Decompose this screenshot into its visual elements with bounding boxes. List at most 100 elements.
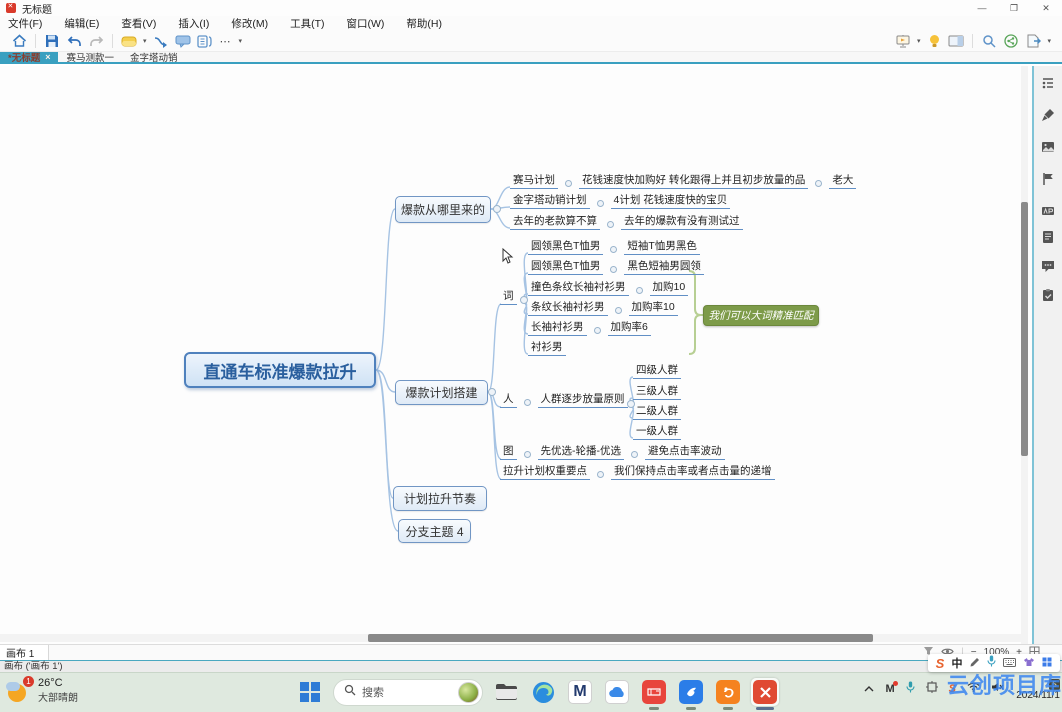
taskbar-search[interactable]: 搜索 <box>333 678 483 706</box>
collapse-dot-icon[interactable] <box>614 307 622 314</box>
node-label[interactable]: 圆领黑色T恤男 <box>528 258 604 275</box>
collapse-dot-icon[interactable] <box>607 221 614 228</box>
tab-jinzita[interactable]: 金字塔动销 <box>122 52 186 64</box>
collapse-dot-icon[interactable] <box>597 471 604 478</box>
tray-mic-icon[interactable] <box>906 681 915 696</box>
summary-icon[interactable] <box>194 32 216 50</box>
ime-keyboard-icon[interactable] <box>1003 654 1017 672</box>
node-label[interactable]: 去年的老款算不算 <box>510 213 600 230</box>
tab-untitled[interactable]: *无标题 × <box>0 52 59 64</box>
node-label[interactable]: 二级人群 <box>633 403 681 420</box>
taskbar-cloud-icon[interactable] <box>603 678 631 706</box>
export-caret-icon[interactable]: ▾ <box>1047 37 1051 45</box>
node-label[interactable]: 4计划 花钱速度快的宝贝 <box>610 192 731 209</box>
word-row-5[interactable]: 长袖衬衫男 加购率6 <box>528 319 651 336</box>
node-label[interactable]: 避免点击率波动 <box>645 443 725 460</box>
collapse-dot-icon[interactable] <box>565 180 572 187</box>
collapse-dot-icon[interactable] <box>631 451 638 458</box>
slideshow-icon[interactable] <box>892 32 914 50</box>
people-row[interactable]: 人 人群逐步放量原则 <box>500 391 628 408</box>
menu-tools[interactable]: 工具(T) <box>290 16 324 31</box>
note-icon[interactable] <box>1041 230 1055 244</box>
undo-icon[interactable] <box>63 32 85 50</box>
collapse-dot-icon[interactable] <box>635 287 643 294</box>
taskbar-active-app-icon[interactable] <box>751 678 779 710</box>
branch-source[interactable]: 爆款从哪里来的 <box>395 196 491 223</box>
minimize-button[interactable]: — <box>966 0 998 16</box>
taskbar-explorer-icon[interactable] <box>492 678 520 706</box>
tray-snip-icon[interactable] <box>925 681 938 696</box>
people-level-2[interactable]: 二级人群 <box>633 403 681 420</box>
tray-chevron-icon[interactable] <box>864 683 874 695</box>
taskbar-taobao-icon[interactable] <box>714 678 742 710</box>
node-label[interactable]: 短袖T恤男黑色 <box>624 238 700 255</box>
search-highlight-avatar[interactable] <box>458 681 479 703</box>
node-label[interactable]: 衬衫男 <box>528 339 566 356</box>
source-row-2[interactable]: 金字塔动销计划 4计划 花钱速度快的宝贝 <box>510 192 731 209</box>
node-label[interactable]: 四级人群 <box>633 362 681 379</box>
vertical-scrollbar[interactable] <box>1021 66 1028 644</box>
slideshow-caret-icon[interactable]: ▾ <box>917 37 921 45</box>
ime-toolbox-icon[interactable] <box>1042 654 1052 672</box>
node-label[interactable]: 赛马计划 <box>510 172 558 189</box>
sogou-logo-icon[interactable]: S <box>936 656 945 671</box>
panel-icon[interactable] <box>945 32 967 50</box>
node-label[interactable]: 花钱速度快加购好 转化跟得上并且初步放量的品 <box>579 172 809 189</box>
tray-sogou-icon[interactable]: S <box>949 683 956 695</box>
node-label[interactable]: 先优选-轮播-优选 <box>537 443 624 460</box>
collapse-dot-icon[interactable] <box>610 266 618 273</box>
taskbar-edge-icon[interactable] <box>529 678 557 706</box>
branch-topic4[interactable]: 分支主题 4 <box>398 519 471 543</box>
central-topic[interactable]: 直通车标准爆款拉升 <box>184 352 376 388</box>
mindmap-canvas[interactable]: 直通车标准爆款拉升 爆款从哪里来的 爆款计划搭建 计划拉升节奏 分支主题 4 赛… <box>0 66 1033 644</box>
people-level-3[interactable]: 三级人群 <box>633 383 681 400</box>
collapse-dot-icon[interactable] <box>610 246 618 253</box>
ime-lang-toggle[interactable]: 中 <box>951 655 962 671</box>
menu-insert[interactable]: 插入(I) <box>178 16 209 31</box>
word-row-6[interactable]: 衬衫男 <box>528 339 566 356</box>
node-label[interactable]: 加购率10 <box>628 299 678 316</box>
more-caret-icon[interactable]: ▾ <box>239 37 243 45</box>
insert-topic-icon[interactable] <box>118 32 140 50</box>
ime-bar[interactable]: S 中 <box>928 654 1060 672</box>
node-label[interactable]: 图 <box>500 443 517 460</box>
taskbar-qianniu-icon[interactable] <box>677 678 705 710</box>
word-row-3[interactable]: 撞色条纹长袖衬衫男 加购10 <box>528 279 689 296</box>
node-label[interactable]: 三级人群 <box>633 383 681 400</box>
close-button[interactable]: ✕ <box>1030 0 1062 16</box>
topic-caret-icon[interactable]: ▾ <box>143 37 147 45</box>
collapse-dot-icon[interactable] <box>593 327 601 334</box>
start-button[interactable] <box>296 678 324 706</box>
word-label-node[interactable]: 词 <box>500 288 517 305</box>
menu-edit[interactable]: 编辑(E) <box>64 16 99 31</box>
export-icon[interactable] <box>1022 32 1044 50</box>
people-level-1[interactable]: 一级人群 <box>633 423 681 440</box>
format-brush-icon[interactable] <box>1041 108 1055 122</box>
node-label[interactable]: 老大 <box>829 172 857 189</box>
comment-icon[interactable] <box>1041 259 1055 273</box>
search-icon[interactable] <box>978 32 1000 50</box>
taskbar-mindmaster-icon[interactable]: M <box>566 678 594 706</box>
branch-rhythm[interactable]: 计划拉升节奏 <box>393 486 487 511</box>
collapse-dot-icon[interactable] <box>815 180 823 187</box>
tag-icon[interactable] <box>1041 204 1055 218</box>
word-row-1[interactable]: 圆领黑色T恤男 短袖T恤男黑色 <box>528 238 700 255</box>
node-label[interactable]: 撞色条纹长袖衬衫男 <box>528 279 629 296</box>
branch-plan[interactable]: 爆款计划搭建 <box>395 380 488 405</box>
menu-modify[interactable]: 修改(M) <box>231 16 268 31</box>
collapse-dot-icon[interactable] <box>523 399 531 406</box>
weather-widget[interactable]: 1 26°C 大部晴朗 <box>6 675 78 704</box>
source-row-1[interactable]: 赛马计划 花钱速度快加购好 转化跟得上并且初步放量的品 老大 <box>510 172 857 189</box>
people-level-4[interactable]: 四级人群 <box>633 362 681 379</box>
node-label[interactable]: 词 <box>500 288 517 305</box>
ime-mic-icon[interactable] <box>987 654 996 672</box>
source-row-3[interactable]: 去年的老款算不算 去年的爆款有没有测试过 <box>510 213 743 230</box>
node-label[interactable]: 条纹长袖衬衫男 <box>528 299 608 316</box>
share-icon[interactable] <box>1000 32 1022 50</box>
outline-icon[interactable] <box>1041 76 1055 90</box>
callout-icon[interactable] <box>172 32 194 50</box>
node-label[interactable]: 金字塔动销计划 <box>510 192 590 209</box>
relationship-icon[interactable] <box>150 32 172 50</box>
vertical-scrollbar-thumb[interactable] <box>1021 202 1028 456</box>
callout-note[interactable]: 我们可以大词精准匹配 <box>703 305 819 326</box>
